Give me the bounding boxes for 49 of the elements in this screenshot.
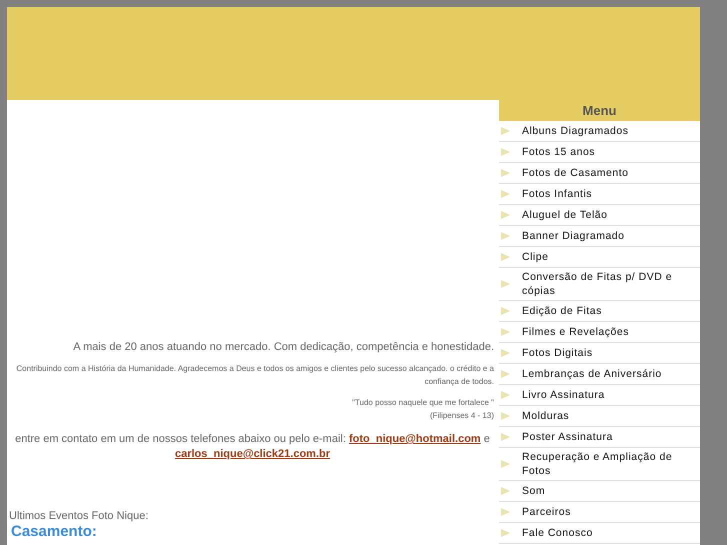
menu-title: Menu: [499, 100, 700, 121]
email-link[interactable]: carlos_nique@click21.com.br: [174, 448, 330, 460]
tagline-text: A mais de 20 anos atuando no mercado. Com dedicação, competência e honestidade.: [72, 340, 494, 355]
menu-item[interactable]: Banner Diagramado: [499, 226, 700, 247]
menu-item[interactable]: Filmes e Revelações: [499, 322, 700, 343]
triangle-icon: [501, 127, 510, 135]
triangle-icon: [501, 190, 510, 198]
menu-item[interactable]: Lembranças de Aniversário: [499, 364, 700, 385]
menu-item[interactable]: Edição de Fitas: [499, 301, 700, 322]
triangle-icon: [501, 370, 510, 378]
triangle-icon: [501, 349, 510, 357]
menu-item[interactable]: Som: [499, 481, 700, 502]
triangle-icon: [501, 280, 510, 288]
menu-item[interactable]: Recuperação e Ampliação de Fotos: [499, 448, 700, 481]
triangle-icon: [501, 487, 510, 495]
menu-item[interactable]: Fotos Infantis: [499, 184, 700, 205]
triangle-icon: [501, 529, 510, 537]
contact-text: entre em contato em um de nossos telefones abaixo ou pelo e-mail:: [15, 433, 346, 445]
menu-item[interactable]: Fotos 15 anos: [499, 142, 700, 163]
thanks-text: Contribuindo com a História da Humanidade. Agradecemos a Deus e todos os amigos e clientes pelo sucesso alcançado. o crédito e a confiança de todos.: [15, 363, 494, 388]
triangle-icon: [501, 169, 510, 177]
menu-item[interactable]: Aluguel de Telão: [499, 205, 700, 226]
triangle-icon: [501, 433, 510, 441]
menu-item[interactable]: Clipe: [499, 247, 700, 268]
triangle-icon: [501, 211, 510, 219]
menu-item[interactable]: Fotos de Casamento: [499, 163, 700, 184]
conjunction-text: e: [484, 433, 490, 445]
quote-text: "Tudo posso naquele que me fortalece ": [351, 397, 494, 409]
menu-item[interactable]: Fotos Digitais: [499, 343, 700, 364]
triangle-icon: [501, 391, 510, 399]
events-label: Ultimos Eventos Foto Nique:: [9, 510, 150, 522]
triangle-icon: [501, 253, 510, 261]
email-link[interactable]: foto_nique@hotmail.com: [348, 433, 481, 445]
events-heading: Casamento:: [11, 524, 98, 540]
triangle-icon: [501, 328, 510, 336]
menu-item[interactable]: Parceiros: [499, 502, 700, 523]
triangle-icon: [501, 307, 510, 315]
triangle-icon: [501, 508, 510, 516]
menu-item[interactable]: Fale Conosco: [499, 523, 700, 544]
triangle-icon: [501, 460, 510, 468]
triangle-icon: [501, 148, 510, 156]
menu-item[interactable]: Livro Assinatura: [499, 385, 700, 406]
menu-item[interactable]: Molduras: [499, 406, 700, 427]
menu-item[interactable]: Conversão de Fitas p/ DVD e cópias: [499, 268, 700, 301]
menu-item[interactable]: Poster Assinatura: [499, 427, 700, 448]
menu-item[interactable]: Albuns Diagramados: [499, 121, 700, 142]
triangle-icon: [501, 232, 510, 240]
triangle-icon: [501, 412, 510, 420]
quote-source-text: (Filipenses 4 - 13): [428, 410, 494, 422]
